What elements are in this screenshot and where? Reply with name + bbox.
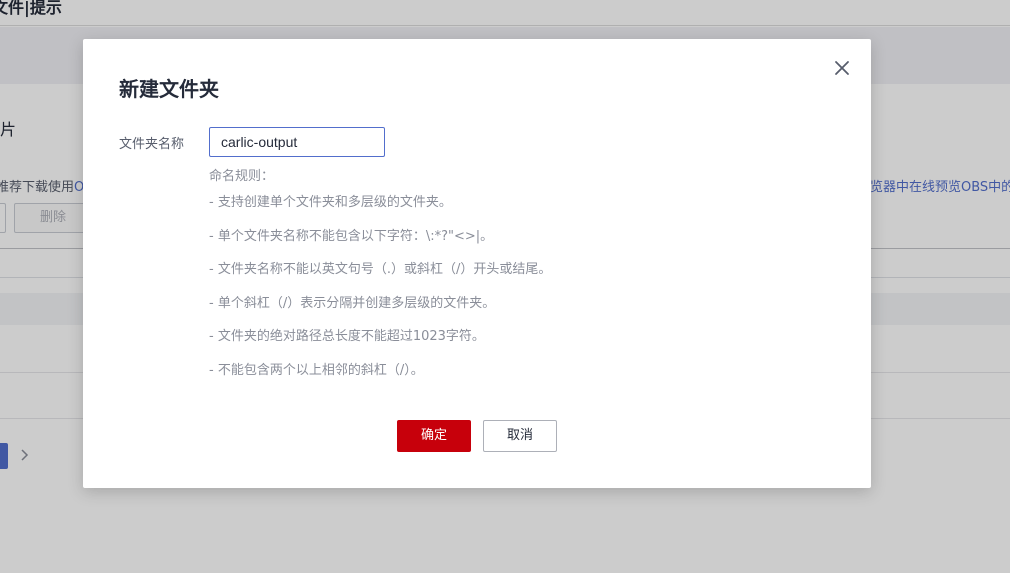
folder-name-input[interactable] bbox=[209, 127, 385, 157]
dialog-title: 新建文件夹 bbox=[119, 77, 219, 101]
naming-rule: - 单个文件夹名称不能包含以下字符：\:*?"<>|。 bbox=[209, 228, 494, 244]
naming-rule: - 支持创建单个文件夹和多层级的文件夹。 bbox=[209, 195, 452, 210]
naming-rule: - 文件夹的绝对路径总长度不能超过1023字符。 bbox=[209, 329, 485, 345]
naming-rule: - 不能包含两个以上相邻的斜杠（/）。 bbox=[209, 362, 424, 378]
naming-rules-heading: 命名规则： bbox=[209, 169, 275, 184]
naming-rule: - 单个斜杠（/）表示分隔并创建多层级的文件夹。 bbox=[209, 295, 496, 311]
close-icon bbox=[835, 61, 849, 75]
new-folder-dialog: 新建文件夹 文件夹名称 命名规则： - 支持创建单个文件夹和多层级的文件夹。 -… bbox=[83, 39, 871, 488]
close-button[interactable] bbox=[831, 57, 853, 79]
naming-rule: - 文件夹名称不能以英文句号（.）或斜杠（/）开头或结尾。 bbox=[209, 262, 552, 278]
folder-name-label: 文件夹名称 bbox=[119, 137, 185, 152]
confirm-button[interactable]: 确定 bbox=[397, 420, 471, 452]
naming-rules: 命名规则： - 支持创建单个文件夹和多层级的文件夹。 - 单个文件夹名称不能包含… bbox=[209, 168, 551, 396]
cancel-button[interactable]: 取消 bbox=[483, 420, 557, 452]
